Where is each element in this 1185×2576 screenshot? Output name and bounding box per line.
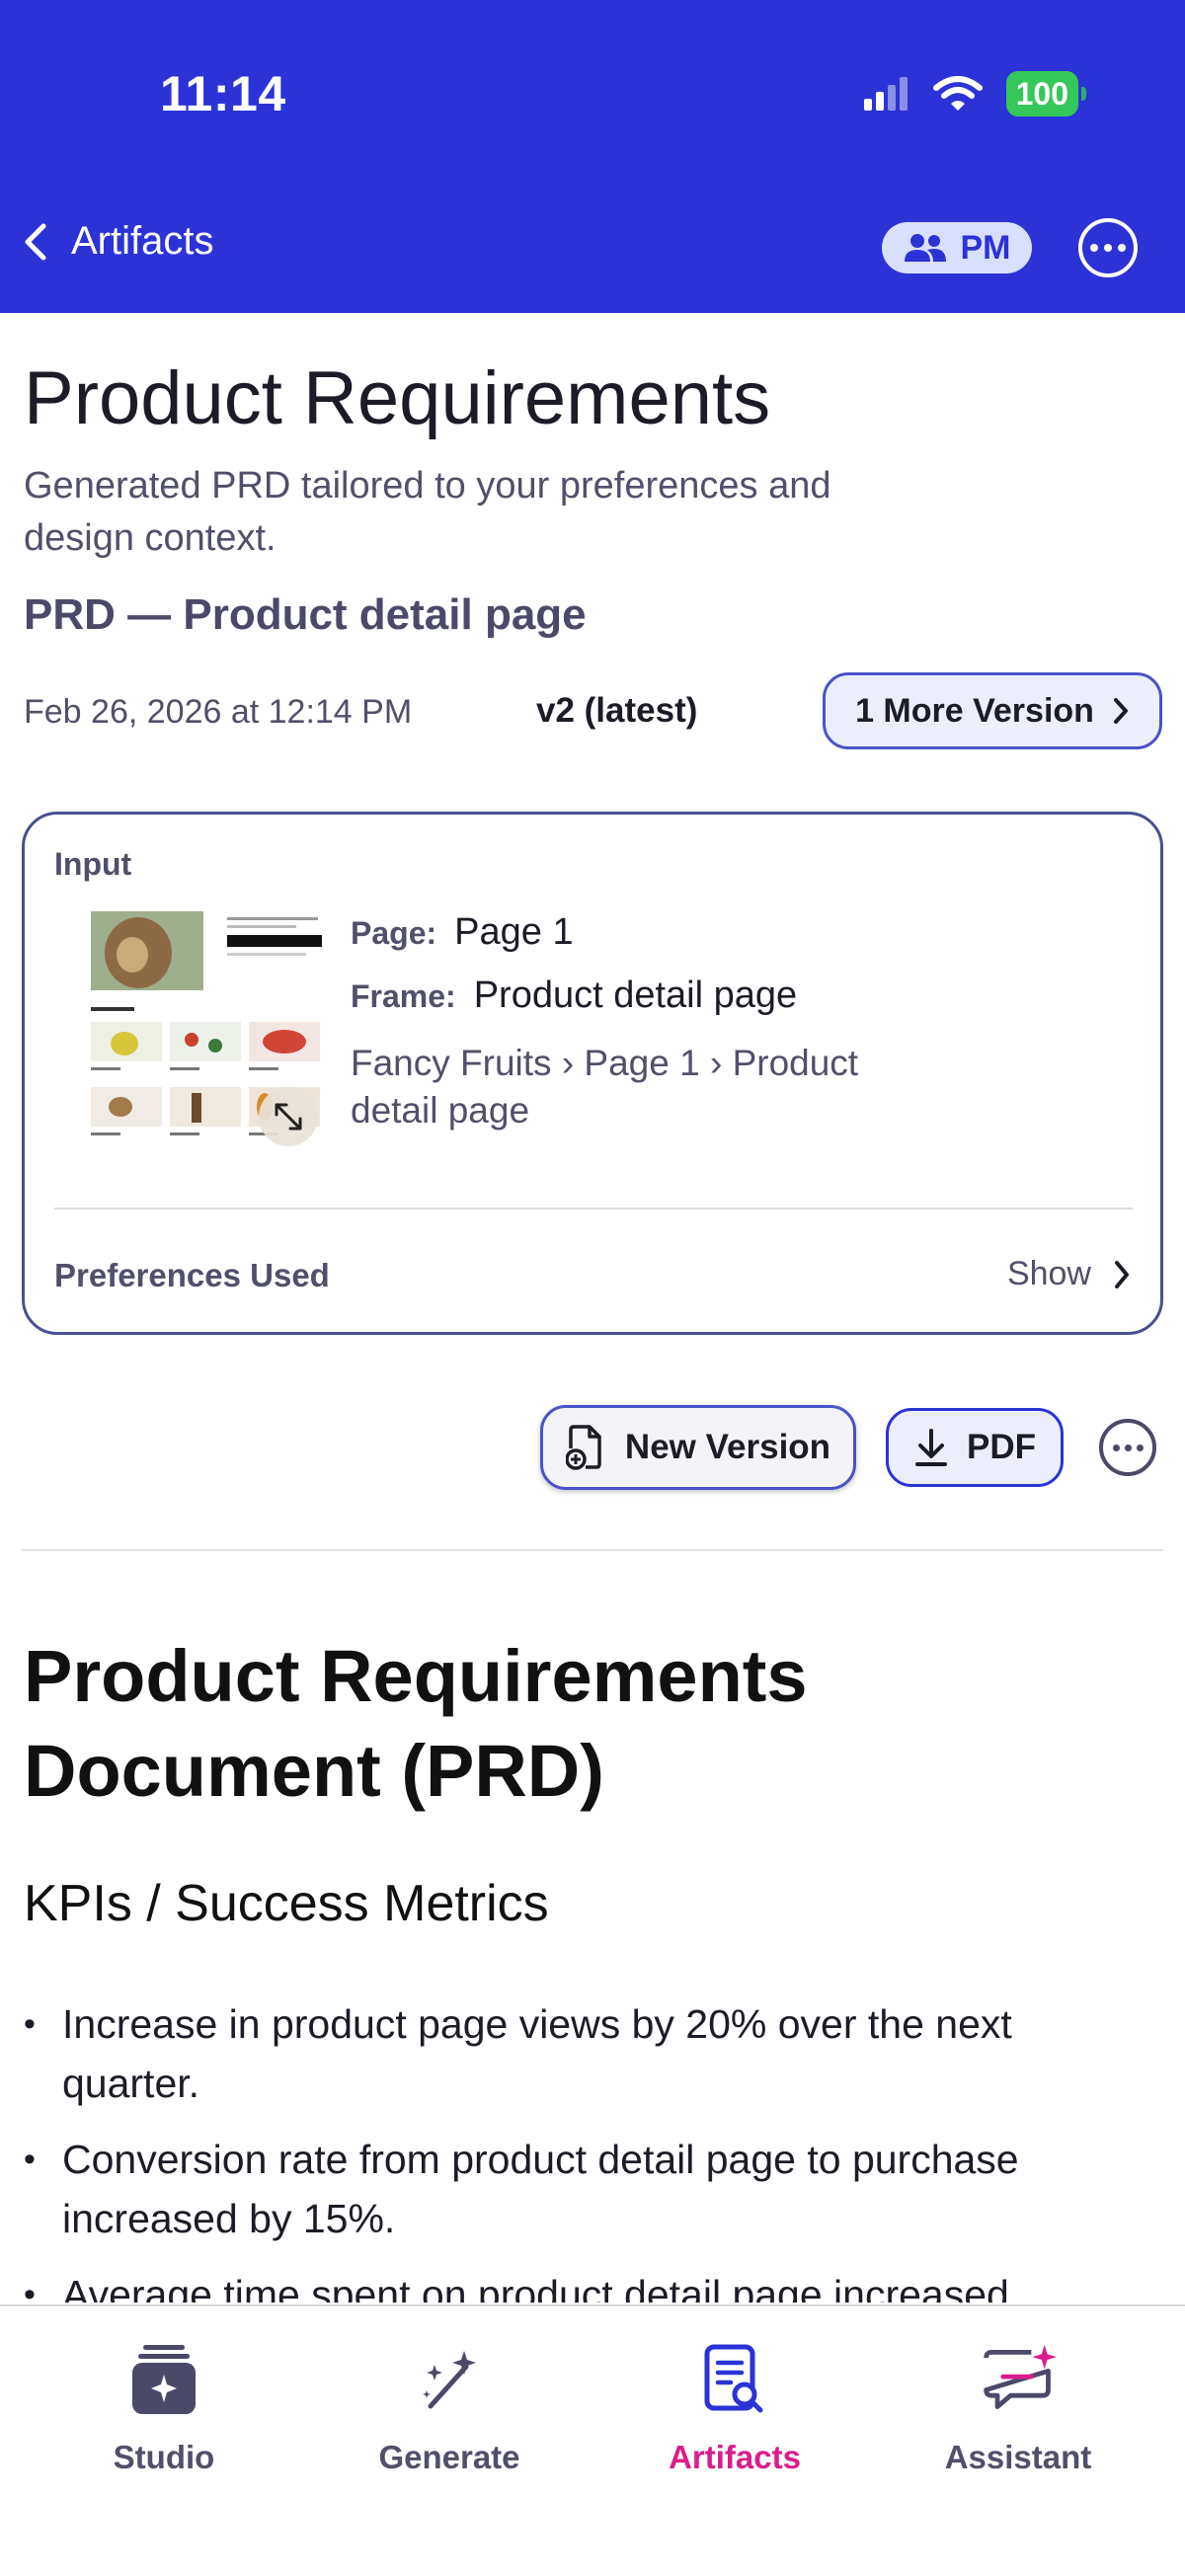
people-icon: [904, 234, 946, 262]
new-version-button[interactable]: New Version: [540, 1405, 856, 1490]
document-name: PRD — Product detail page: [24, 590, 587, 639]
wifi-icon: [932, 76, 983, 111]
status-time: 11:14: [160, 66, 286, 121]
tab-studio-label: Studio: [113, 2439, 215, 2475]
more-versions-label: 1 More Version: [855, 691, 1094, 730]
dot: [1118, 244, 1126, 252]
chat-sparkle-icon: [979, 2340, 1058, 2419]
more-options-button[interactable]: [1078, 218, 1138, 277]
chevron-right-icon: [1113, 698, 1128, 724]
kpi-list: Increase in product page views by 20% ov…: [24, 1994, 1159, 2303]
document-version: v2 (latest): [536, 691, 698, 730]
list-item: Average time spent on product detail pag…: [24, 2265, 1159, 2303]
input-card: Input Page: Page 1 Frame: Product detail…: [22, 812, 1163, 1335]
role-badge-button[interactable]: PM: [882, 222, 1032, 273]
back-button[interactable]: Artifacts: [22, 219, 213, 264]
download-pdf-button[interactable]: PDF: [886, 1408, 1064, 1487]
input-card-label: Input: [54, 846, 132, 882]
card-divider: [54, 1208, 1133, 1210]
chevron-right-icon: [1115, 1260, 1129, 1288]
section-divider: [22, 1549, 1163, 1551]
frame-field-value: Product detail page: [473, 975, 798, 1016]
page-field: Page: Page 1: [351, 911, 574, 954]
app-header: 11:14 100 Artifacts PM: [0, 0, 1185, 313]
back-label: Artifacts: [71, 219, 214, 263]
dot: [1112, 1444, 1120, 1451]
pdf-label: PDF: [967, 1428, 1036, 1466]
frame-field: Frame: Product detail page: [351, 975, 797, 1017]
chevron-left-icon: [25, 223, 46, 260]
tab-artifacts-label: Artifacts: [669, 2439, 801, 2475]
more-versions-button[interactable]: 1 More Version: [823, 672, 1162, 749]
bottom-tab-bar: Studio Generate Artifacts Assistant: [0, 2304, 1185, 2576]
download-icon: [915, 1429, 947, 1466]
document-more-button[interactable]: [1099, 1419, 1156, 1476]
list-item: Increase in product page views by 20% ov…: [24, 1994, 1159, 2113]
tab-assistant-label: Assistant: [944, 2439, 1092, 2475]
preferences-used-label: Preferences Used: [54, 1257, 330, 1293]
document-heading: Product Requirements Document (PRD): [24, 1635, 808, 1812]
signal-icon: [863, 77, 908, 111]
show-preferences-button[interactable]: Show: [1007, 1255, 1131, 1293]
dot: [1136, 1444, 1144, 1451]
frame-field-key: Frame:: [351, 978, 456, 1014]
page-field-key: Page:: [351, 915, 437, 951]
frame-preview-image: [67, 911, 336, 1158]
dot: [1124, 1444, 1132, 1451]
new-version-label: New Version: [624, 1428, 831, 1466]
list-item: Conversion rate from product detail page…: [24, 2130, 1159, 2248]
frame-breadcrumb: Fancy Fruits › Page 1 › Product detail p…: [351, 1043, 859, 1131]
tab-assistant[interactable]: Assistant: [909, 2340, 1127, 2476]
show-label: Show: [1006, 1255, 1091, 1292]
page-title: Product Requirements: [24, 356, 771, 440]
document-search-icon: [695, 2340, 774, 2419]
tab-generate-label: Generate: [378, 2439, 520, 2475]
tab-artifacts[interactable]: Artifacts: [626, 2340, 843, 2476]
magic-wand-icon: [410, 2340, 489, 2419]
tab-generate[interactable]: Generate: [341, 2340, 558, 2476]
document-date: Feb 26, 2026 at 12:14 PM: [24, 693, 413, 731]
dot: [1104, 244, 1112, 252]
battery-indicator: 100: [1005, 71, 1087, 117]
frame-thumbnail[interactable]: [67, 911, 336, 1158]
dot: [1090, 244, 1098, 252]
tab-studio[interactable]: Studio: [55, 2340, 273, 2476]
role-badge-label: PM: [960, 228, 1011, 267]
section-heading: KPIs / Success Metrics: [24, 1875, 549, 1932]
status-icons: 100: [863, 71, 1087, 117]
document-add-icon: [565, 1425, 601, 1470]
studio-icon: [124, 2340, 203, 2419]
page-field-value: Page 1: [454, 911, 574, 953]
page-subtitle: Generated PRD tailored to your preferenc…: [24, 465, 831, 559]
